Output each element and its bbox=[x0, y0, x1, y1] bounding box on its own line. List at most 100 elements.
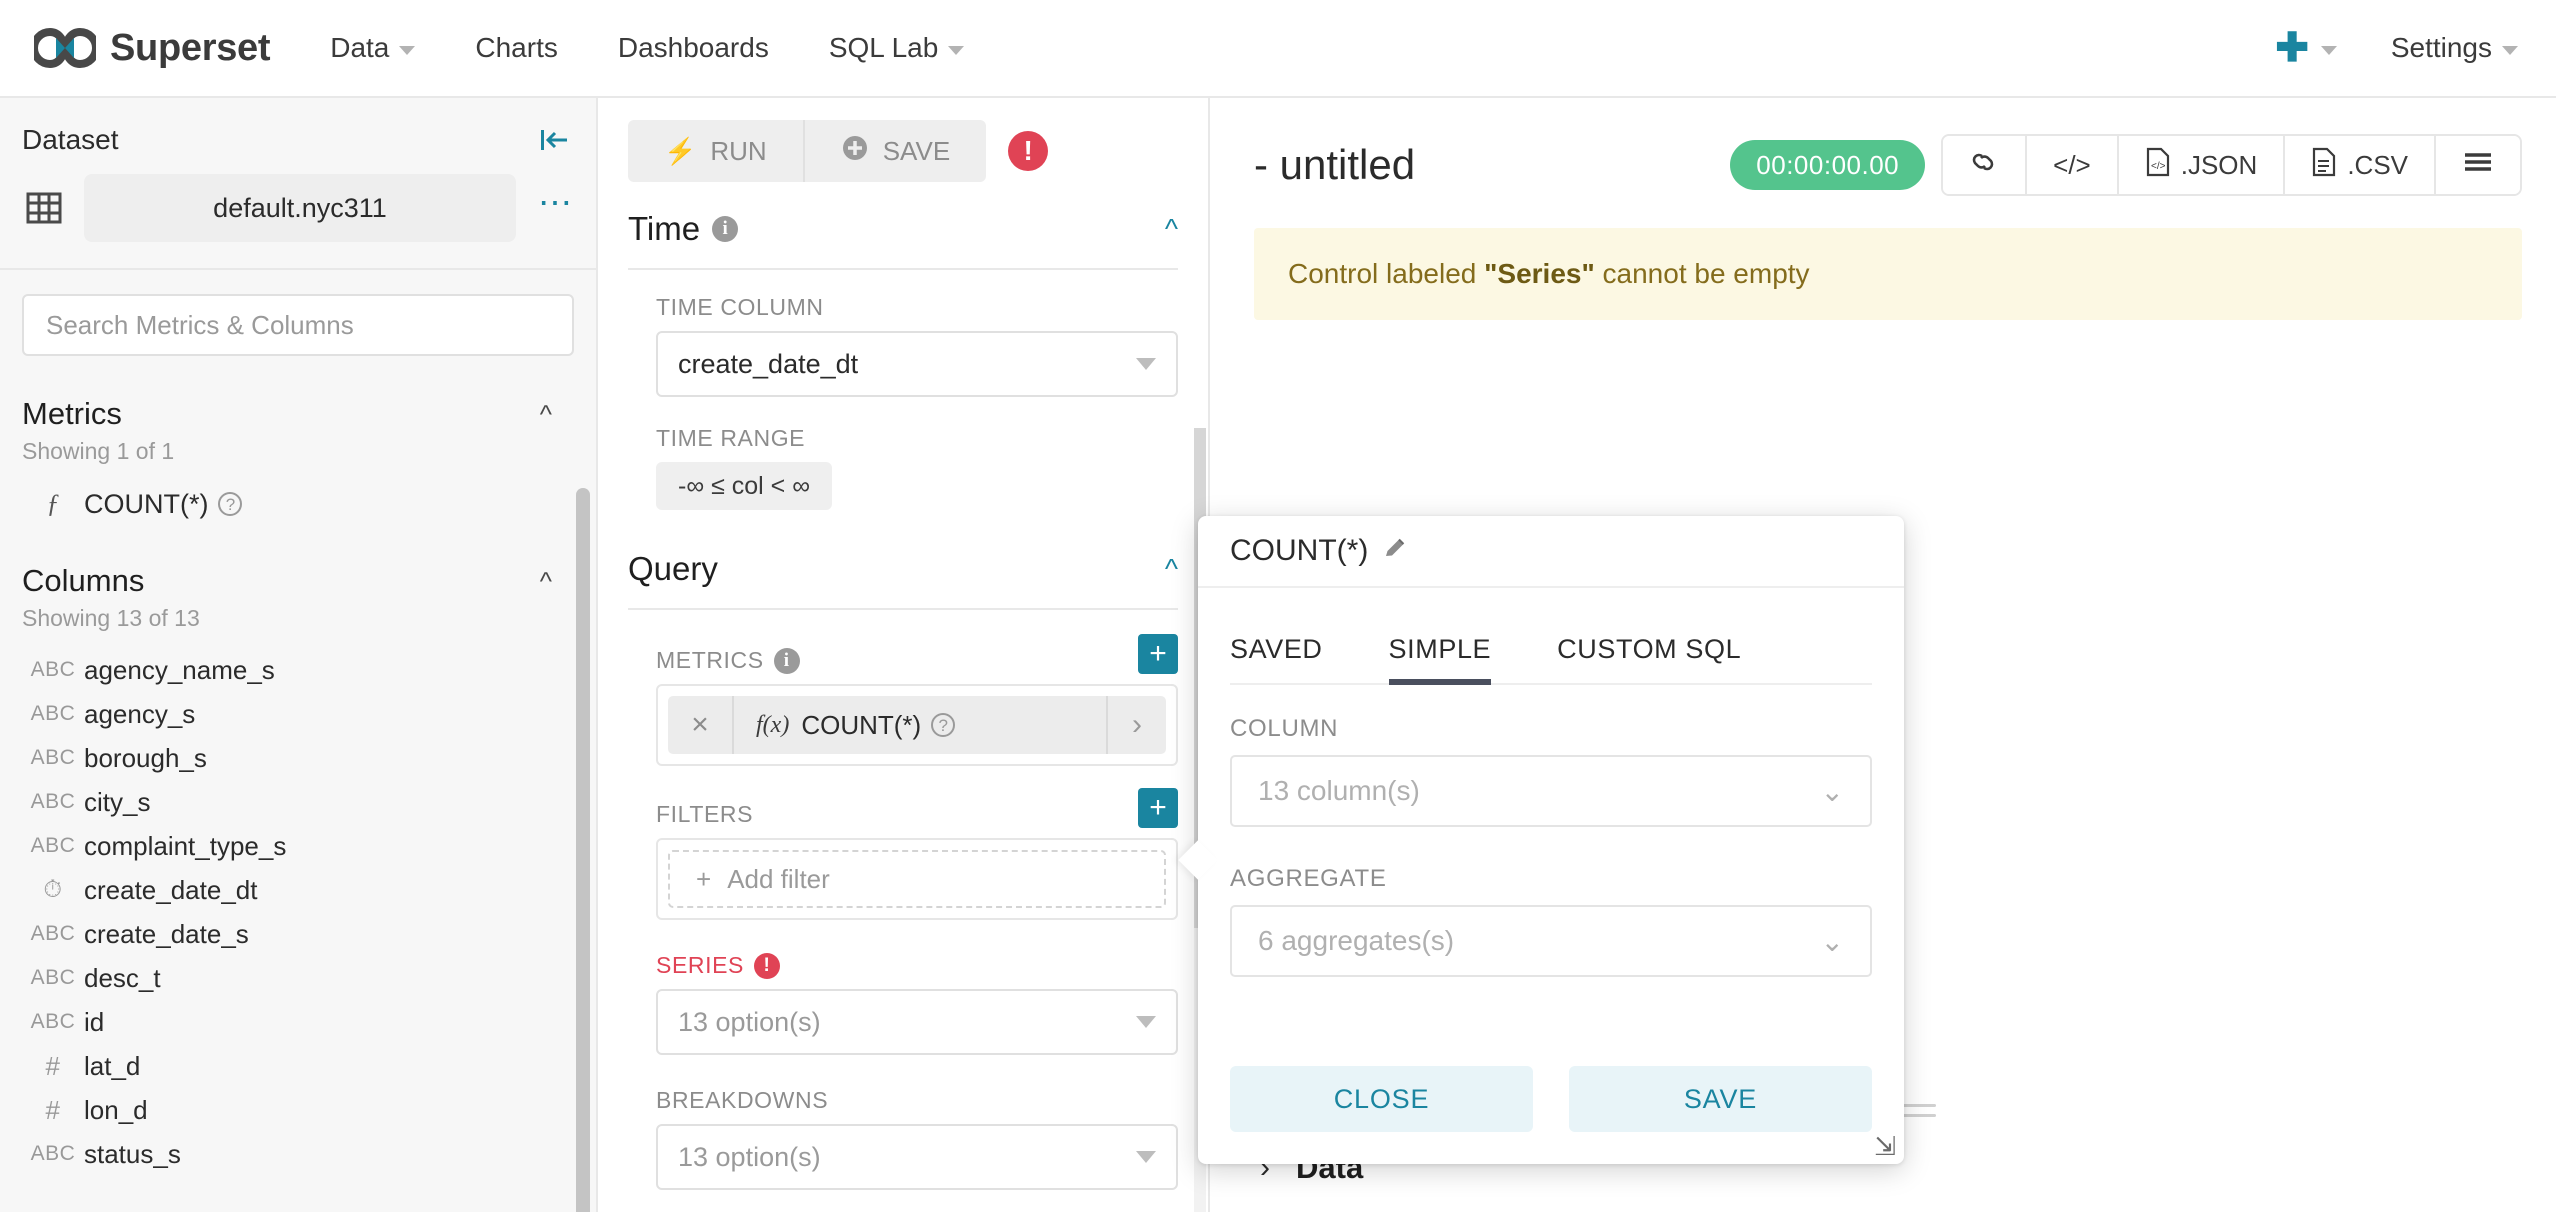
run-button[interactable]: ⚡ RUN bbox=[628, 120, 803, 182]
add-metric-button[interactable]: + bbox=[1138, 634, 1178, 674]
list-item[interactable]: ABC city_s bbox=[22, 780, 574, 824]
add-filter-placeholder[interactable]: + Add filter bbox=[668, 850, 1166, 908]
list-item[interactable]: ABC complaint_type_s bbox=[22, 824, 574, 868]
chevron-up-icon[interactable]: ^ bbox=[540, 566, 552, 597]
chevron-up-icon[interactable]: ^ bbox=[540, 399, 552, 430]
view-query-button[interactable]: </> bbox=[2027, 136, 2119, 194]
new-item-menu[interactable]: ✚ bbox=[2275, 28, 2337, 68]
breakdowns-select[interactable]: 13 option(s) bbox=[656, 1124, 1178, 1190]
nav-item-dashboards-label: Dashboards bbox=[617, 32, 769, 63]
add-filter-label: Add filter bbox=[727, 863, 830, 894]
export-json-button[interactable]: </> .JSON bbox=[2118, 136, 2286, 194]
columns-showing-count: Showing 13 of 13 bbox=[22, 605, 200, 631]
tab-simple[interactable]: SIMPLE bbox=[1388, 616, 1492, 685]
list-item[interactable]: ABC status_s bbox=[22, 1132, 574, 1176]
tab-custom-sql[interactable]: CUSTOM SQL bbox=[1557, 616, 1741, 683]
resize-grip-icon[interactable]: ⇲ bbox=[1874, 1131, 1896, 1162]
table-grid-icon bbox=[22, 186, 66, 230]
column-select-placeholder: 13 column(s) bbox=[1258, 775, 1420, 806]
dataset-panel-scrollbar[interactable] bbox=[576, 488, 590, 1212]
column-label: agency_s bbox=[84, 698, 196, 729]
metric-editor-popover: COUNT(*) SAVED SIMPLE CUSTOM SQL COLUMN … bbox=[1178, 516, 1904, 1164]
info-icon[interactable]: i bbox=[773, 647, 800, 674]
error-badge[interactable]: ! bbox=[1008, 131, 1049, 171]
nav-item-dashboards[interactable]: Dashboards bbox=[616, 26, 771, 70]
abc-type-icon: ABC bbox=[30, 834, 76, 857]
list-item[interactable]: ABC agency_name_s bbox=[22, 648, 574, 692]
scrollbar-thumb[interactable] bbox=[576, 488, 590, 1212]
add-filter-button[interactable]: + bbox=[1138, 788, 1178, 828]
abc-type-icon: ABC bbox=[30, 790, 76, 813]
pencil-icon[interactable] bbox=[1382, 535, 1408, 568]
metric-chip[interactable]: × f(x) COUNT(*) ? › bbox=[668, 696, 1166, 754]
brand[interactable]: Superset bbox=[30, 26, 271, 70]
list-item[interactable]: ABC create_date_s bbox=[22, 912, 574, 956]
time-section-header: Time i ^ bbox=[628, 182, 1178, 262]
list-item[interactable]: # lat_d bbox=[22, 1044, 574, 1088]
bolt-icon: ⚡ bbox=[664, 135, 697, 166]
chevron-down-icon bbox=[399, 45, 416, 55]
navbar-right: ✚ Settings bbox=[2275, 26, 2520, 70]
control-panel-actions: ⚡ RUN SAVE ! bbox=[598, 98, 1208, 182]
columns-section-header: Columns ^ bbox=[22, 531, 574, 599]
settings-label: Settings bbox=[2390, 32, 2492, 63]
list-item[interactable]: ƒ COUNT(*) ? bbox=[22, 477, 574, 531]
run-save-group: ⚡ RUN SAVE bbox=[628, 120, 987, 182]
nav-links: Data Charts Dashboards SQL Lab bbox=[328, 26, 966, 70]
list-item[interactable]: ABC id bbox=[22, 1000, 574, 1044]
search-input[interactable] bbox=[22, 294, 574, 356]
page-title[interactable]: - untitled bbox=[1254, 141, 1415, 189]
column-select[interactable]: 13 column(s) ⌄ bbox=[1230, 755, 1872, 827]
chevron-down-icon bbox=[2320, 45, 2337, 55]
export-csv-label: .CSV bbox=[2347, 149, 2408, 180]
popover-tabs: SAVED SIMPLE CUSTOM SQL bbox=[1198, 616, 1904, 685]
list-item[interactable]: ⏱ create_date_dt bbox=[22, 868, 574, 912]
save-button[interactable]: SAVE bbox=[802, 120, 986, 182]
popover-footer: CLOSE SAVE ⇲ bbox=[1198, 1066, 1904, 1164]
chevron-up-icon[interactable]: ^ bbox=[1165, 213, 1178, 245]
aggregate-select[interactable]: 6 aggregates(s) ⌄ bbox=[1230, 905, 1872, 977]
export-csv-button[interactable]: .CSV bbox=[2285, 136, 2436, 194]
query-timer: 00:00:00.00 bbox=[1730, 140, 1926, 190]
nav-item-data[interactable]: Data bbox=[328, 26, 417, 70]
number-type-icon: # bbox=[45, 1050, 61, 1081]
tab-saved[interactable]: SAVED bbox=[1230, 616, 1323, 683]
dataset-name-chip[interactable]: default.nyc311 bbox=[84, 174, 516, 242]
help-circle-icon[interactable]: ? bbox=[218, 492, 243, 516]
more-horizontal-icon[interactable]: ⋯ bbox=[538, 186, 574, 223]
dataset-search-wrap bbox=[0, 270, 596, 374]
list-item[interactable]: # lon_d bbox=[22, 1088, 574, 1132]
remove-metric-icon[interactable]: × bbox=[668, 696, 734, 754]
share-link-button[interactable] bbox=[1943, 136, 2028, 194]
plus-circle-icon bbox=[841, 134, 869, 169]
query-section-label: Query bbox=[628, 550, 718, 587]
chart-menu-button[interactable] bbox=[2436, 136, 2520, 194]
collapse-left-icon[interactable] bbox=[540, 127, 570, 153]
time-column-select[interactable]: create_date_dt bbox=[656, 331, 1178, 397]
series-select[interactable]: 13 option(s) bbox=[656, 989, 1178, 1055]
abc-type-icon: ABC bbox=[30, 1010, 76, 1033]
list-item[interactable]: ABC borough_s bbox=[22, 736, 574, 780]
brand-name: Superset bbox=[110, 26, 271, 69]
save-button[interactable]: SAVE bbox=[1569, 1066, 1872, 1132]
close-button[interactable]: CLOSE bbox=[1230, 1066, 1533, 1132]
metrics-box: × f(x) COUNT(*) ? › bbox=[656, 684, 1178, 766]
abc-type-icon: ABC bbox=[30, 746, 76, 769]
list-item[interactable]: ABC agency_s bbox=[22, 692, 574, 736]
popover-body: COLUMN 13 column(s) ⌄ AGGREGATE 6 aggreg… bbox=[1198, 685, 1904, 1066]
settings-menu[interactable]: Settings bbox=[2389, 26, 2520, 70]
info-icon[interactable]: i bbox=[712, 216, 739, 242]
column-label: city_s bbox=[84, 786, 151, 817]
plus-icon: + bbox=[696, 863, 712, 894]
help-circle-icon[interactable]: ? bbox=[931, 713, 956, 737]
code-icon: </> bbox=[2053, 149, 2091, 180]
chevron-up-icon[interactable]: ^ bbox=[1165, 553, 1178, 585]
nav-item-sql-lab[interactable]: SQL Lab bbox=[827, 26, 966, 70]
list-item[interactable]: ABC desc_t bbox=[22, 956, 574, 1000]
nav-item-charts[interactable]: Charts bbox=[473, 26, 559, 70]
error-icon[interactable]: ! bbox=[753, 952, 780, 979]
nav-item-charts-label: Charts bbox=[475, 32, 558, 63]
expand-metric-icon[interactable]: › bbox=[1106, 696, 1166, 754]
time-range-value[interactable]: -∞ ≤ col < ∞ bbox=[656, 462, 833, 510]
svg-text:</>: </> bbox=[2151, 161, 2166, 172]
